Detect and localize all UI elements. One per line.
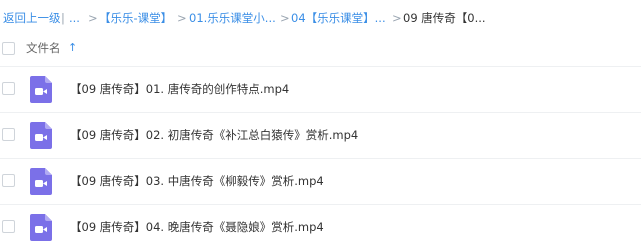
video-file-icon xyxy=(30,76,52,103)
breadcrumb-item-lele-ketang[interactable]: 【乐乐-课堂】 xyxy=(99,9,172,27)
breadcrumb-item-01[interactable]: 01.乐乐课堂小... xyxy=(189,9,276,27)
file-name[interactable]: 【09 唐传奇】01. 唐传奇的创作特点.mp4 xyxy=(70,80,289,98)
breadcrumb-divider: | xyxy=(61,11,65,25)
file-name[interactable]: 【09 唐传奇】03. 中唐传奇《柳毅传》赏析.mp4 xyxy=(70,172,324,190)
breadcrumb-separator: > xyxy=(392,11,402,25)
file-name[interactable]: 【09 唐传奇】04. 晚唐传奇《聂隐娘》赏析.mp4 xyxy=(70,218,324,236)
breadcrumb-item-04[interactable]: 04【乐乐课堂】... xyxy=(291,9,386,27)
video-file-icon xyxy=(30,168,52,195)
list-header: 文件名 ↑ xyxy=(0,36,641,60)
breadcrumb: 返回上一级 | ... > 【乐乐-课堂】 > 01.乐乐课堂小... > 04… xyxy=(0,9,641,27)
video-file-icon xyxy=(30,214,52,241)
list-item[interactable]: 【09 唐传奇】03. 中唐传奇《柳毅传》赏析.mp4 xyxy=(0,158,641,204)
file-name[interactable]: 【09 唐传奇】02. 初唐传奇《补江总白猿传》赏析.mp4 xyxy=(70,126,358,144)
breadcrumb-separator: > xyxy=(177,11,187,25)
row-checkbox[interactable] xyxy=(2,82,15,95)
select-all-checkbox[interactable] xyxy=(2,42,15,55)
arrow-up-icon[interactable]: ↑ xyxy=(68,39,77,57)
breadcrumb-separator: > xyxy=(280,11,290,25)
list-item[interactable]: 【09 唐传奇】02. 初唐传奇《补江总白猿传》赏析.mp4 xyxy=(0,112,641,158)
breadcrumb-ellipsis[interactable]: ... xyxy=(69,9,80,27)
list-item[interactable]: 【09 唐传奇】01. 唐传奇的创作特点.mp4 xyxy=(0,66,641,112)
row-checkbox[interactable] xyxy=(2,220,15,233)
column-header-filename[interactable]: 文件名 xyxy=(26,39,61,57)
back-link[interactable]: 返回上一级 xyxy=(3,9,61,27)
breadcrumb-separator: > xyxy=(88,11,98,25)
breadcrumb-current: 09 唐传奇【0... xyxy=(403,11,486,25)
row-checkbox[interactable] xyxy=(2,174,15,187)
list-item[interactable]: 【09 唐传奇】04. 晚唐传奇《聂隐娘》赏析.mp4 xyxy=(0,204,641,250)
row-checkbox[interactable] xyxy=(2,128,15,141)
video-file-icon xyxy=(30,122,52,149)
